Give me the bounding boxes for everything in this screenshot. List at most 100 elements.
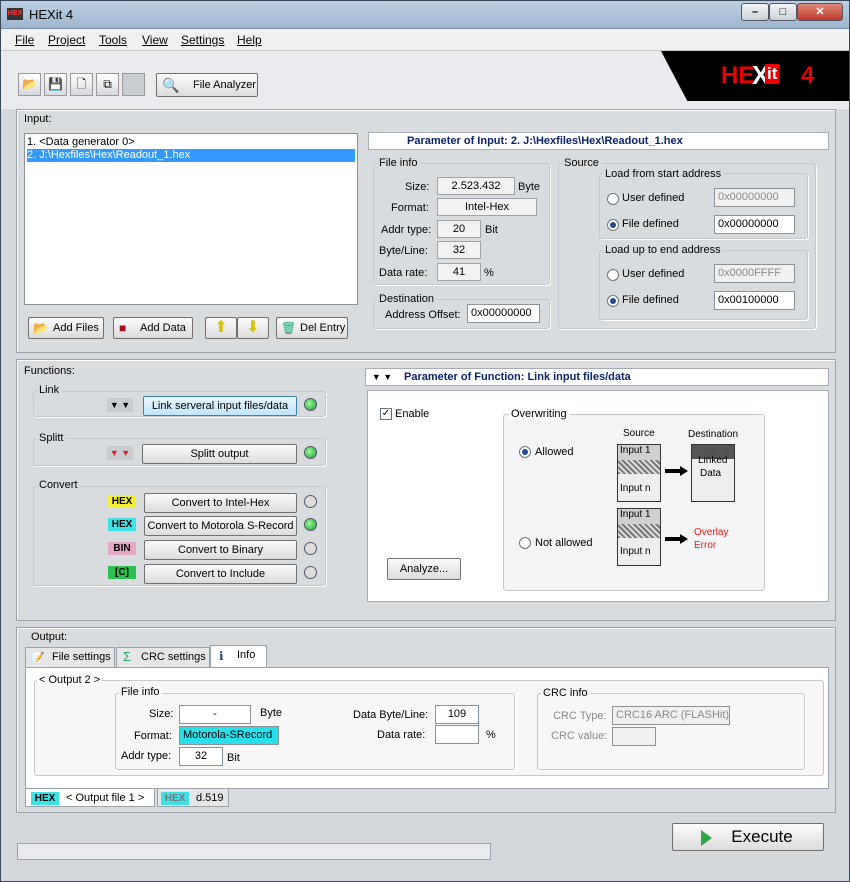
window-title: HEXit 4 [29, 7, 74, 22]
tab-info-label: Info [237, 649, 256, 661]
del-entry-label: Del Entry [300, 322, 346, 334]
overlay-label: Overlay [694, 527, 729, 538]
linked-data-diagram: Linked Data [691, 444, 735, 502]
new-document-icon[interactable]: 🗋 [70, 73, 93, 96]
title-bar[interactable]: HEX HEXit 4 – □ ✕ [1, 1, 849, 29]
save-icon[interactable]: 💾 [44, 73, 67, 96]
menu-help[interactable]: Help [237, 33, 262, 47]
start-user-address-input[interactable]: 0x00000000 [714, 188, 795, 207]
data-cube-icon: ■ [119, 321, 127, 335]
enable-checkbox[interactable]: ✓ [380, 408, 392, 420]
start-file-address-input[interactable]: 0x00000000 [714, 215, 795, 234]
minimize-button[interactable]: – [741, 3, 769, 21]
output-label: Output: [31, 631, 68, 643]
tab-file-settings-label: File settings [52, 651, 111, 663]
end-file-address-input[interactable]: 0x00100000 [714, 291, 795, 310]
arrow-right-icon [665, 466, 689, 476]
input-panel: Input: 1. <Data generator 0> 2. J:\Hexfi… [16, 109, 836, 353]
convert-intel-hex-button[interactable]: Convert to Intel-Hex [144, 493, 297, 513]
split-output-button[interactable]: Splitt output [142, 444, 297, 464]
menu-view[interactable]: View [142, 33, 168, 47]
analyze-button[interactable]: Analyze... [387, 558, 461, 580]
addr-type-unit: Bit [485, 224, 498, 236]
sigma-icon: Σ [123, 649, 132, 664]
close-button[interactable]: ✕ [797, 3, 843, 21]
collapse-function-icon[interactable]: ▼ ▼ [369, 370, 395, 384]
not-allowed-label: Not allowed [535, 537, 593, 549]
start-file-defined-label: File defined [622, 218, 679, 230]
output-file-1-tab[interactable]: HEX < Output file 1 > [25, 788, 155, 807]
move-down-button[interactable]: ⬇ [237, 317, 269, 339]
allowed-label: Allowed [535, 446, 574, 458]
input1-diagram-label-2: Input 1 [618, 509, 660, 524]
param-input-header: Parameter of Input: 2. J:\Hexfiles\Hex\R… [368, 132, 829, 150]
crc-info-title: CRC info [541, 687, 590, 699]
tab-crc-settings[interactable]: Σ CRC settings [116, 647, 210, 667]
output-addr-type-unit: Bit [227, 752, 240, 764]
add-data-button[interactable]: ■ Add Data [113, 317, 193, 339]
open-folder-icon[interactable]: 📂 [18, 73, 41, 96]
output-file-2-hex-tag: HEX [161, 792, 189, 805]
list-item[interactable]: 1. <Data generator 0> [27, 136, 355, 149]
expand-split-icon[interactable]: ▼ ▼ [107, 446, 133, 460]
output-format-label: Format: [134, 730, 172, 742]
end-user-address-input[interactable]: 0x0000FFFF [714, 264, 795, 283]
menu-project[interactable]: Project [48, 33, 85, 47]
progress-bar [17, 843, 491, 860]
source-files-diagram: Input 1 Input n [617, 444, 661, 502]
copy-icon[interactable]: ⧉ [96, 73, 119, 96]
end-user-defined-radio[interactable] [607, 269, 619, 281]
end-file-defined-radio[interactable] [607, 295, 619, 307]
menu-settings[interactable]: Settings [181, 33, 224, 47]
empty-tool-button[interactable] [122, 73, 145, 96]
input-file-list[interactable]: 1. <Data generator 0> 2. J:\Hexfiles\Hex… [24, 133, 358, 305]
del-entry-button[interactable]: 🗑 Del Entry [276, 317, 348, 339]
split-status-led [304, 446, 317, 459]
destination-diagram-label: Destination [688, 429, 739, 440]
convert-binary-button[interactable]: Convert to Binary [144, 540, 297, 560]
output-file-info-title: File info [119, 686, 162, 698]
addr-type-label: Addr type: [381, 224, 432, 236]
file-analyzer-button[interactable]: 🔍 File Analyzer [156, 73, 258, 97]
arrow-right-icon-2 [665, 534, 689, 544]
byte-line-value: 32 [437, 241, 481, 259]
list-item-selected[interactable]: 2. J:\Hexfiles\Hex\Readout_1.hex [27, 149, 355, 162]
menu-tools[interactable]: Tools [99, 33, 127, 47]
binary-tag: BIN [108, 542, 136, 555]
convert-include-button[interactable]: Convert to Include [144, 564, 297, 584]
output-file-2-label: d.519 [196, 792, 224, 804]
move-up-button[interactable]: ⬆ [205, 317, 237, 339]
app-icon: HEX [7, 8, 23, 20]
menu-file[interactable]: File [15, 33, 34, 47]
intel-hex-status-led [304, 495, 317, 508]
arrow-up-icon: ⬆ [214, 319, 228, 336]
output-file-2-tab[interactable]: HEX d.519 [157, 788, 229, 807]
motorola-status-led [304, 518, 317, 531]
maximize-button[interactable]: □ [769, 3, 797, 21]
overlap-hatch-2 [618, 524, 660, 538]
input-label: Input: [24, 113, 52, 125]
overwriting-allowed-radio[interactable] [519, 446, 531, 458]
add-data-label: Add Data [140, 322, 186, 334]
source-diagram-label: Source [623, 428, 655, 439]
execute-button[interactable]: Execute [672, 823, 824, 851]
expand-link-icon[interactable]: ▼ ▼ [107, 398, 133, 412]
start-file-defined-radio[interactable] [607, 219, 619, 231]
tab-info[interactable]: ℹ Info [210, 645, 267, 667]
overwriting-not-allowed-radio[interactable] [519, 537, 531, 549]
address-offset-input[interactable]: 0x00000000 [467, 304, 540, 323]
tab-crc-settings-label: CRC settings [141, 651, 206, 663]
output-data-rate-value [435, 725, 479, 744]
output-nav-label[interactable]: < Output 2 > [37, 674, 103, 686]
data-rate-unit: % [484, 267, 494, 279]
start-user-defined-radio[interactable] [607, 193, 619, 205]
convert-motorola-button[interactable]: Convert to Motorola S-Record [144, 516, 297, 536]
intel-hex-tag: HEX [108, 495, 136, 508]
source-title: Source [562, 157, 601, 169]
link-input-files-button[interactable]: Link serveral input files/data [143, 396, 297, 416]
add-files-button[interactable]: 📂 Add Files [28, 317, 104, 339]
menu-bar: File Project Tools View Settings Help [1, 29, 849, 51]
output-addr-type-value: 32 [179, 747, 223, 766]
split-title: Splitt [37, 432, 66, 444]
tab-file-settings[interactable]: 📝 File settings [25, 647, 115, 667]
